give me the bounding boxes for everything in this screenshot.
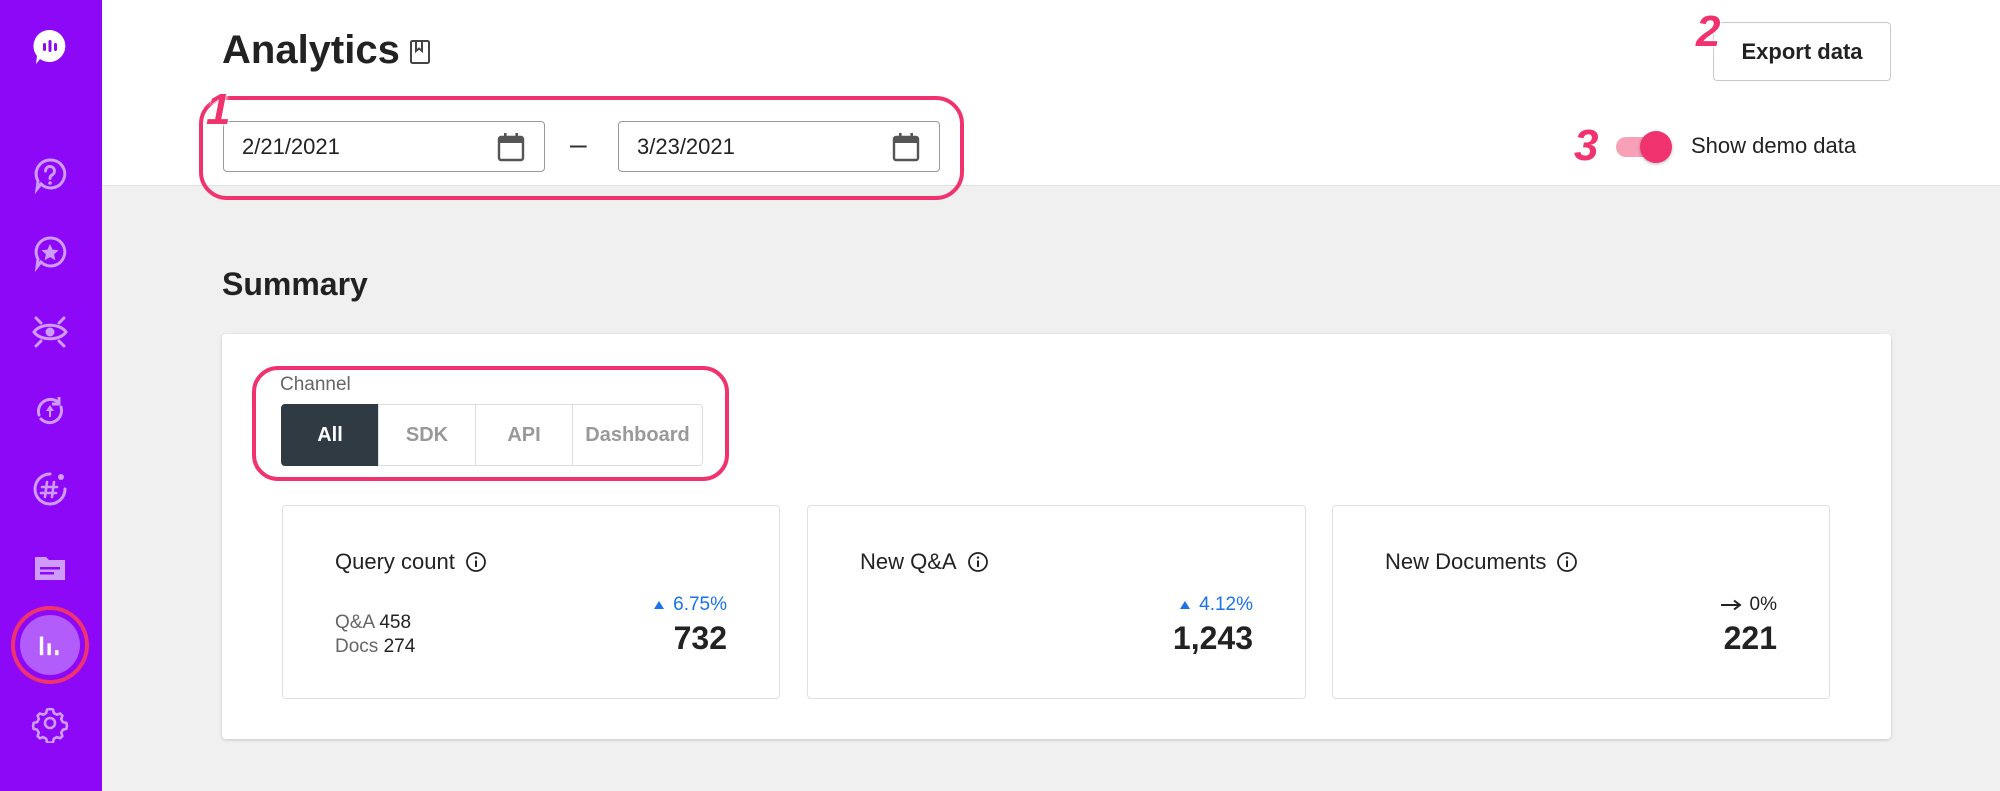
metric-change-value: 0% [1749,594,1777,615]
logo-icon[interactable] [25,22,75,72]
metric-card-query-count: Query count 6.75% 732 Q&A 458 Docs 274 [282,505,780,699]
metric-change: 0% [1720,594,1777,616]
folder-icon[interactable] [25,543,75,593]
info-icon[interactable] [1556,551,1578,573]
sync-icon[interactable] [25,386,75,436]
breakdown-label: Q&A [335,612,375,633]
hashtag-icon[interactable] [25,464,75,514]
export-data-button[interactable]: Export data [1713,22,1891,81]
start-date-value: 2/21/2021 [242,133,340,159]
bookmark-icon[interactable] [407,38,433,66]
help-icon[interactable] [25,150,75,200]
metric-title: New Q&A [860,549,989,575]
star-icon[interactable] [25,228,75,278]
metric-change-value: 6.75% [673,594,727,615]
metric-change: 4.12% [1179,594,1253,616]
summary-title: Summary [222,266,368,302]
metric-title: New Documents [1385,549,1578,575]
metric-value: 221 [1723,620,1777,656]
end-date-input[interactable]: 3/23/2021 [618,121,940,172]
metric-value: 732 [673,620,727,656]
channel-label: Channel [280,374,351,395]
annotation-3: 3 [1574,121,1599,170]
start-date-input[interactable]: 2/21/2021 [223,121,545,172]
metric-value: 1,243 [1172,620,1253,656]
metric-card-new-qa: New Q&A 4.12% 1,243 [807,505,1306,699]
channel-tab-sdk[interactable]: SDK [378,404,476,466]
metric-title: Query count [335,549,487,575]
analytics-icon[interactable] [20,615,80,675]
metric-title-text: Query count [335,549,455,574]
page-title: Analytics [222,28,400,72]
calendar-icon[interactable] [496,131,526,163]
metric-title-text: New Documents [1385,549,1547,574]
settings-icon[interactable] [25,698,75,748]
info-icon[interactable] [465,551,487,573]
breakdown-value: 458 [379,612,412,633]
breakdown-value: 274 [383,636,416,657]
end-date-value: 3/23/2021 [637,133,735,159]
trend-up-icon [654,601,665,609]
annotation-2: 2 [1696,7,1721,56]
trend-flat-arrow-icon [1720,599,1742,611]
metric-title-text: New Q&A [860,549,957,574]
breakdown-qa: Q&A 458 [335,612,411,634]
channel-tab-dashboard[interactable]: Dashboard [572,404,703,466]
breakdown-label: Docs [335,636,379,657]
demo-data-label: Show demo data [1691,133,1857,158]
info-icon[interactable] [967,551,989,573]
calendar-icon[interactable] [891,131,921,163]
breakdown-docs: Docs 274 [335,636,415,658]
channel-tab-api[interactable]: API [475,404,573,466]
metric-change: 6.75% [653,594,727,616]
metric-card-new-documents: New Documents 0% 221 [1332,505,1830,699]
eye-icon[interactable] [25,307,75,357]
channel-tab-all[interactable]: All [281,404,379,466]
annotation-1: 1 [206,85,231,134]
sidebar [0,0,102,791]
demo-data-toggle-knob[interactable] [1640,131,1672,163]
date-separator: – [570,128,587,161]
metric-change-value: 4.12% [1199,594,1253,615]
trend-up-icon [1180,601,1191,609]
